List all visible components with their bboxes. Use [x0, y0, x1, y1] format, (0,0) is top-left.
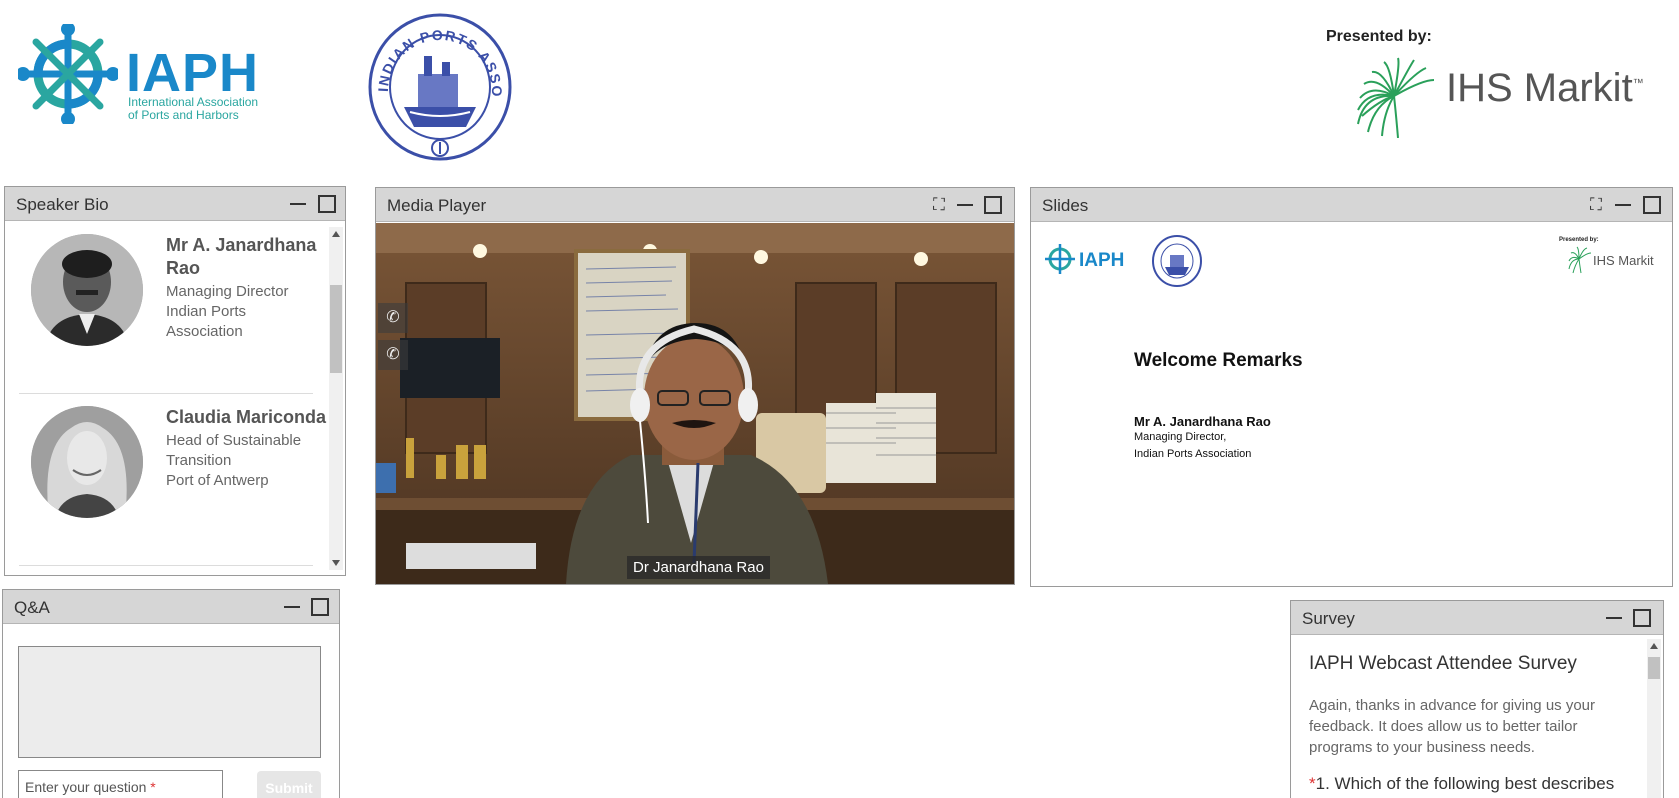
- iaph-wheel-icon: [18, 24, 118, 124]
- survey-scrollbar[interactable]: [1647, 639, 1661, 798]
- svg-text:IHS Markit: IHS Markit: [1593, 253, 1654, 268]
- indian-ports-association-logo: INDIAN PORTS ASSOCIATION: [360, 0, 514, 162]
- media-player-header: Media Player ⛶: [376, 188, 1014, 222]
- maximize-icon[interactable]: [311, 598, 329, 616]
- survey-header: Survey: [1291, 601, 1663, 635]
- media-player-panel: Media Player ⛶ ✆ ✆ Dr Janardhana Rao: [375, 187, 1015, 585]
- speaker-organization: Association: [166, 323, 243, 340]
- survey-intro: Again, thanks in advance for giving us y…: [1309, 697, 1596, 756]
- svg-text:IAPH: IAPH: [1079, 250, 1124, 271]
- speaker-name: Mr A. Janardhana Rao: [166, 235, 317, 278]
- speaker-role: Head of Sustainable: [166, 432, 302, 449]
- speaker-bio-title: Speaker Bio: [16, 195, 109, 214]
- survey-panel: Survey IAPH Webcast Attendee Survey Agai…: [1290, 600, 1664, 798]
- scroll-up-icon[interactable]: [332, 231, 340, 237]
- qa-messages-area: [18, 646, 321, 758]
- ihs-markit-logo: IHS Markit™: [1354, 54, 1654, 138]
- iaph-logo: IAPH International Association of Ports …: [18, 24, 308, 134]
- phone-icon[interactable]: ✆: [378, 340, 408, 370]
- qa-header: Q&A: [3, 590, 339, 624]
- speaker-card: Claudia Mariconda Head of Sustainable Tr…: [19, 394, 326, 566]
- slide-speaker-organization: Indian Ports Association: [1134, 448, 1252, 460]
- slide-iaph-logo: IAPH: [1045, 241, 1135, 281]
- phone-icon[interactable]: ✆: [378, 303, 408, 333]
- minimize-icon[interactable]: [289, 195, 307, 213]
- submit-button[interactable]: Submit: [257, 771, 321, 798]
- qa-panel: Q&A Enter your question * Submit: [2, 589, 340, 798]
- slide-ihs-logo: IHS Markit: [1567, 245, 1667, 275]
- slides-title: Slides: [1042, 196, 1089, 215]
- video-scene: [376, 223, 1014, 584]
- maximize-icon[interactable]: [1633, 609, 1651, 627]
- slide-speaker-role: Managing Director,: [1134, 431, 1227, 443]
- scroll-down-icon[interactable]: [332, 560, 340, 566]
- ihs-markit-wordmark: IHS Markit™: [1446, 66, 1644, 110]
- survey-heading: IAPH Webcast Attendee Survey: [1309, 653, 1577, 674]
- qa-title: Q&A: [14, 598, 50, 617]
- presented-by-label: Presented by:: [1326, 28, 1432, 45]
- fullscreen-icon[interactable]: ⛶: [930, 196, 948, 214]
- slide-ipa-logo: [1151, 235, 1203, 287]
- speaker-role: Transition: [166, 452, 232, 469]
- speaker-photo: [31, 234, 143, 346]
- minimize-icon[interactable]: [283, 598, 301, 616]
- speaker-organization: Indian Ports: [166, 303, 247, 320]
- media-player-title: Media Player: [387, 196, 487, 215]
- speaker-list[interactable]: Mr A. Janardhana Rao Managing Director I…: [5, 222, 327, 574]
- speaker-photo: [31, 406, 143, 518]
- speaker-card: Mr A. Janardhana Rao Managing Director I…: [19, 222, 316, 394]
- speaker-caption: Dr Janardhana Rao: [627, 556, 770, 579]
- iaph-logo-subtitle: International Association of Ports and H…: [128, 95, 259, 122]
- video-frame[interactable]: ✆ ✆ Dr Janardhana Rao: [376, 223, 1014, 584]
- speaker-bio-panel: Speaker Bio Mr A. Janardhana Rao Managin…: [4, 186, 346, 576]
- slides-panel: Slides ⛶ IAPH Presented by: IHS Markit W…: [1030, 187, 1673, 587]
- slide-speaker-name: Mr A. Janardhana Rao: [1134, 414, 1271, 429]
- speaker-name: Claudia Mariconda: [166, 407, 327, 427]
- minimize-icon[interactable]: [956, 196, 974, 214]
- current-slide[interactable]: IAPH Presented by: IHS Markit Welcome Re…: [1031, 223, 1672, 586]
- speaker-organization: Port of Antwerp: [166, 472, 269, 489]
- slide-presented-by: Presented by:: [1559, 237, 1599, 243]
- scroll-up-icon[interactable]: [1650, 643, 1658, 649]
- survey-question: *1. Which of the following best describe…: [1309, 774, 1615, 798]
- scrollbar-thumb[interactable]: [1648, 657, 1660, 679]
- ihs-sunburst-icon: [1357, 57, 1435, 138]
- scrollbar-thumb[interactable]: [330, 285, 342, 373]
- question-input[interactable]: Enter your question *: [18, 770, 223, 798]
- slides-header: Slides ⛶: [1031, 188, 1672, 222]
- minimize-icon[interactable]: [1614, 196, 1632, 214]
- maximize-icon[interactable]: [1643, 196, 1661, 214]
- slide-heading: Welcome Remarks: [1134, 350, 1303, 371]
- survey-title: Survey: [1302, 609, 1355, 628]
- speaker-role: Managing Director: [166, 283, 289, 300]
- maximize-icon[interactable]: [318, 195, 336, 213]
- speaker-bio-scrollbar[interactable]: [329, 227, 343, 570]
- fullscreen-icon[interactable]: ⛶: [1587, 196, 1605, 214]
- speaker-bio-header: Speaker Bio: [5, 187, 345, 221]
- maximize-icon[interactable]: [984, 196, 1002, 214]
- minimize-icon[interactable]: [1605, 609, 1623, 627]
